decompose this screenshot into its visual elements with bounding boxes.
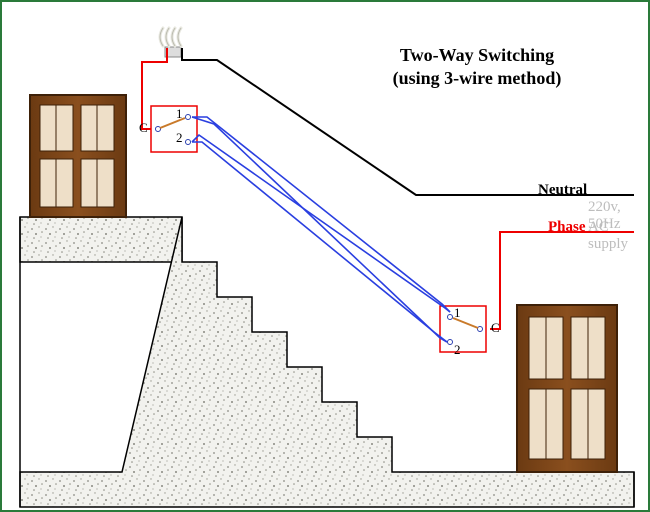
label-supply-type: AC supply — [588, 219, 648, 253]
s1-label-1: 1 — [176, 106, 183, 122]
label-neutral: Neutral — [538, 182, 587, 199]
switch-s2 — [440, 306, 486, 352]
switch-s1 — [151, 106, 197, 152]
top-landing — [20, 217, 182, 262]
title-line2: (using 3-wire method) — [393, 68, 562, 88]
s2-label-1: 1 — [454, 305, 461, 321]
s2-label-2: 2 — [454, 342, 461, 358]
diagram-title: Two-Way Switching (using 3-wire method) — [337, 44, 617, 89]
s1-label-c: C — [139, 120, 148, 136]
diagram-frame: { "title_line1": "Two-Way Switching", "t… — [0, 0, 650, 512]
door-top — [30, 95, 126, 217]
s2-label-c: C — [491, 320, 500, 336]
s1-label-2: 2 — [176, 130, 183, 146]
lamp-icon — [160, 28, 181, 57]
door-bottom — [517, 305, 617, 472]
title-line1: Two-Way Switching — [400, 45, 554, 65]
label-phase: Phase — [548, 219, 586, 236]
